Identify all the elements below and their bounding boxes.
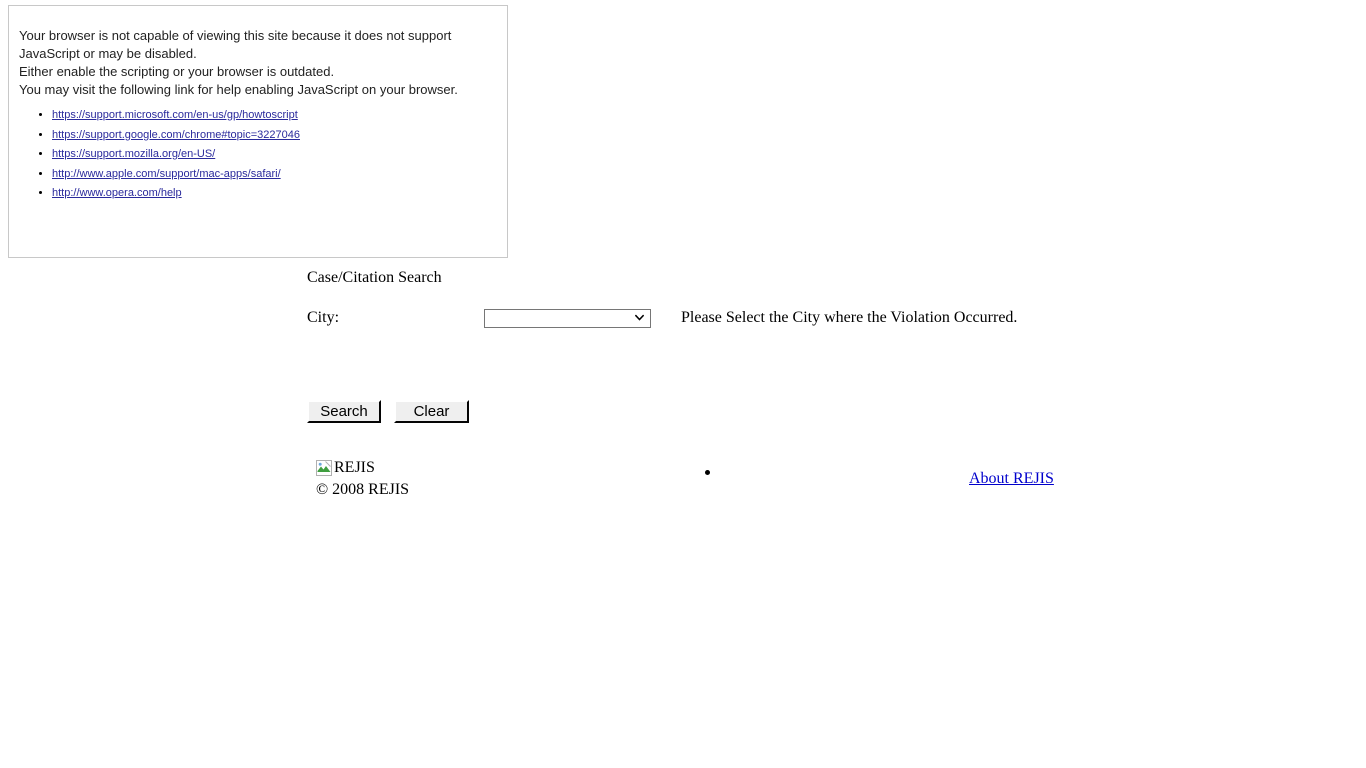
search-button[interactable]: Search <box>307 400 381 423</box>
noscript-line-3: Either enable the scripting or your brow… <box>19 64 335 79</box>
noscript-message: Your browser is not capable of viewing t… <box>9 6 507 99</box>
about-rejis-link[interactable]: About REJIS <box>969 470 1054 488</box>
help-link-opera[interactable]: http://www.opera.com/help <box>52 187 182 199</box>
clear-button[interactable]: Clear <box>394 400 469 423</box>
list-item: https://support.google.com/chrome#topic=… <box>52 129 507 141</box>
help-link-apple[interactable]: http://www.apple.com/support/mac-apps/sa… <box>52 168 281 180</box>
broken-image-icon <box>316 460 332 476</box>
list-item: http://www.apple.com/support/mac-apps/sa… <box>52 168 507 180</box>
footer-bullet-marker <box>705 470 710 475</box>
list-item: http://www.opera.com/help <box>52 187 507 199</box>
noscript-line-1: Your browser is not capable of viewing t… <box>19 28 452 43</box>
list-item: https://support.mozilla.org/en-US/ <box>52 148 507 160</box>
footer-logo-alt-text: REJIS <box>334 459 375 476</box>
city-hint-text: Please Select the City where the Violati… <box>681 309 1018 326</box>
copyright-text: © 2008 REJIS <box>316 481 410 498</box>
city-select[interactable] <box>484 309 651 328</box>
help-link-google[interactable]: https://support.google.com/chrome#topic=… <box>52 129 300 141</box>
page-title: Case/Citation Search <box>307 269 442 286</box>
browser-help-link-list: https://support.microsoft.com/en-us/gp/h… <box>9 109 507 199</box>
noscript-warning-box: Your browser is not capable of viewing t… <box>8 5 508 258</box>
noscript-line-4: You may visit the following link for hel… <box>19 82 458 97</box>
help-link-microsoft[interactable]: https://support.microsoft.com/en-us/gp/h… <box>52 109 298 121</box>
list-item: https://support.microsoft.com/en-us/gp/h… <box>52 109 507 121</box>
footer-logo-row: REJIS <box>316 459 375 477</box>
help-link-mozilla[interactable]: https://support.mozilla.org/en-US/ <box>52 148 215 160</box>
city-label: City: <box>307 309 340 326</box>
noscript-line-2: JavaScript or may be disabled. <box>19 46 197 61</box>
city-select-wrapper[interactable] <box>484 309 651 328</box>
